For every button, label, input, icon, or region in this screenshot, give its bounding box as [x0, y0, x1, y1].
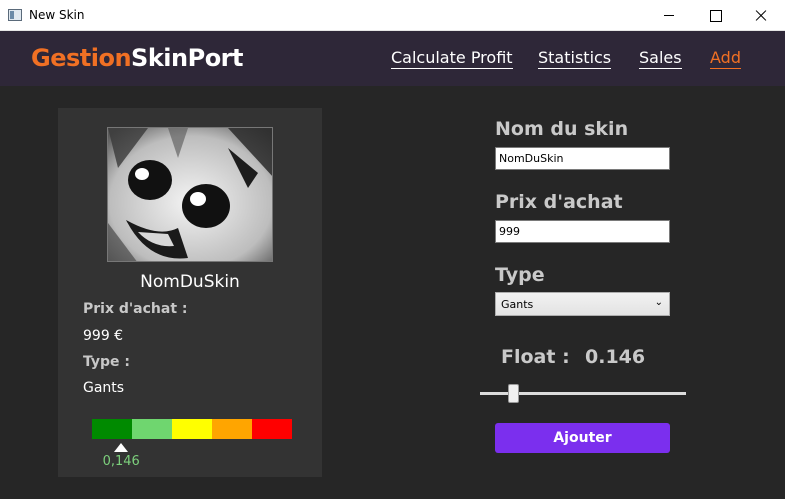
skin-preview-card: NomDuSkin Prix d'achat : 999 € Type : Ga…	[58, 108, 322, 477]
float-slider[interactable]	[480, 382, 686, 404]
nav-calculate-profit[interactable]: Calculate Profit	[391, 48, 513, 69]
wear-marker-icon	[114, 443, 129, 452]
skin-image-drawing	[108, 128, 272, 261]
nav-statistics[interactable]: Statistics	[538, 48, 612, 69]
nav-sales[interactable]: Sales	[639, 48, 682, 69]
wear-color-bar	[92, 419, 292, 439]
type-select-value: Gants	[501, 298, 534, 311]
name-input[interactable]	[495, 147, 670, 170]
brand-part-skinport: SkinPort	[131, 44, 243, 72]
window-title-bar: New Skin	[0, 0, 785, 31]
wear-segment-5	[252, 419, 292, 439]
add-button[interactable]: Ajouter	[495, 423, 670, 453]
chevron-down-icon: ⌄	[654, 297, 663, 308]
preview-float-value: 0,146	[102, 454, 140, 469]
wear-segment-3	[172, 419, 212, 439]
preview-type-label: Type :	[83, 354, 131, 370]
price-label: Prix d'achat	[495, 191, 623, 213]
price-input[interactable]	[495, 220, 670, 243]
wear-segment-2	[132, 419, 172, 439]
wear-segment-1	[92, 419, 132, 439]
brand-logo: GestionSkinPort	[31, 44, 243, 72]
brand-part-gestion: Gestion	[31, 44, 132, 72]
minimize-button[interactable]	[646, 0, 692, 31]
skin-preview-image	[107, 127, 273, 262]
window-title: New Skin	[29, 8, 85, 22]
close-button[interactable]	[738, 0, 784, 31]
app-window-icon	[8, 9, 22, 21]
preview-price-value: 999 €	[83, 328, 124, 344]
float-slider-thumb[interactable]	[508, 384, 520, 403]
float-value: 0.146	[585, 346, 646, 368]
preview-type-value: Gants	[83, 380, 125, 396]
type-label: Type	[495, 264, 545, 286]
wear-segment-4	[212, 419, 252, 439]
maximize-button[interactable]	[692, 0, 738, 31]
type-select[interactable]: Gants ⌄	[495, 292, 670, 316]
name-label: Nom du skin	[495, 118, 629, 140]
preview-price-label: Prix d'achat :	[83, 301, 188, 317]
nav-add[interactable]: Add	[710, 48, 741, 69]
preview-skin-name: NomDuSkin	[140, 272, 240, 292]
app-header: GestionSkinPort Calculate Profit Statist…	[0, 31, 785, 86]
float-label: Float :	[501, 346, 570, 368]
